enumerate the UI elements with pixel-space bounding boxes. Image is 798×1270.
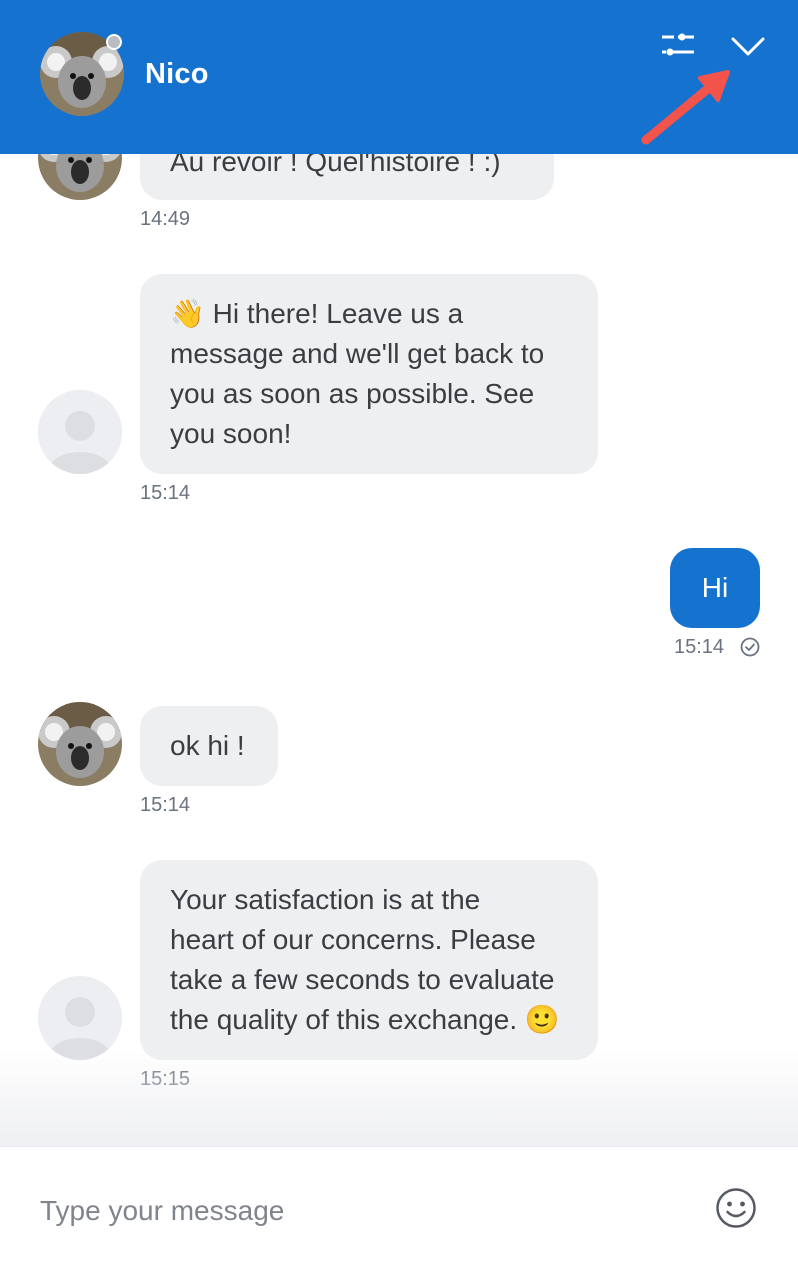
status-dot — [106, 34, 122, 50]
message-bubble: 👋 Hi there! Leave us a message and we'll… — [140, 274, 598, 474]
arrow-annotation — [641, 70, 730, 145]
agent-avatar — [38, 702, 122, 786]
message-time: 15:14 — [140, 482, 191, 504]
message-text: ok hi ! — [170, 730, 245, 761]
check-circle-icon — [740, 637, 760, 657]
chevron-down-icon[interactable] — [730, 34, 766, 60]
message-text: Hi — [701, 572, 729, 603]
agent-name: Nico — [145, 58, 209, 90]
sliders-icon[interactable] — [660, 30, 696, 60]
message-time: 15:15 — [140, 1068, 191, 1090]
scroll-fade — [0, 1050, 798, 1146]
message-text: 👋 Hi there! Leave us a message and we'll… — [170, 298, 545, 449]
message-input[interactable] — [40, 1183, 660, 1239]
bot-avatar — [38, 976, 122, 1060]
user-message-bubble: Hi — [670, 548, 760, 628]
message-bubble: Your satisfaction is at the heart of our… — [140, 860, 598, 1060]
message-time: 15:14 — [140, 794, 191, 816]
message-time: 14:49 — [140, 208, 191, 230]
message-text: Your satisfaction is at the heart of our… — [170, 884, 560, 1035]
bot-avatar — [38, 390, 122, 474]
smiley-icon[interactable] — [714, 1186, 758, 1230]
message-composer — [0, 1146, 798, 1270]
message-list[interactable]: Au revoir ! Quel'histoire ! :) 14:49 👋 H… — [0, 0, 798, 1146]
message-bubble: ok hi ! — [140, 706, 278, 786]
message-time: 15:14 — [674, 636, 725, 658]
